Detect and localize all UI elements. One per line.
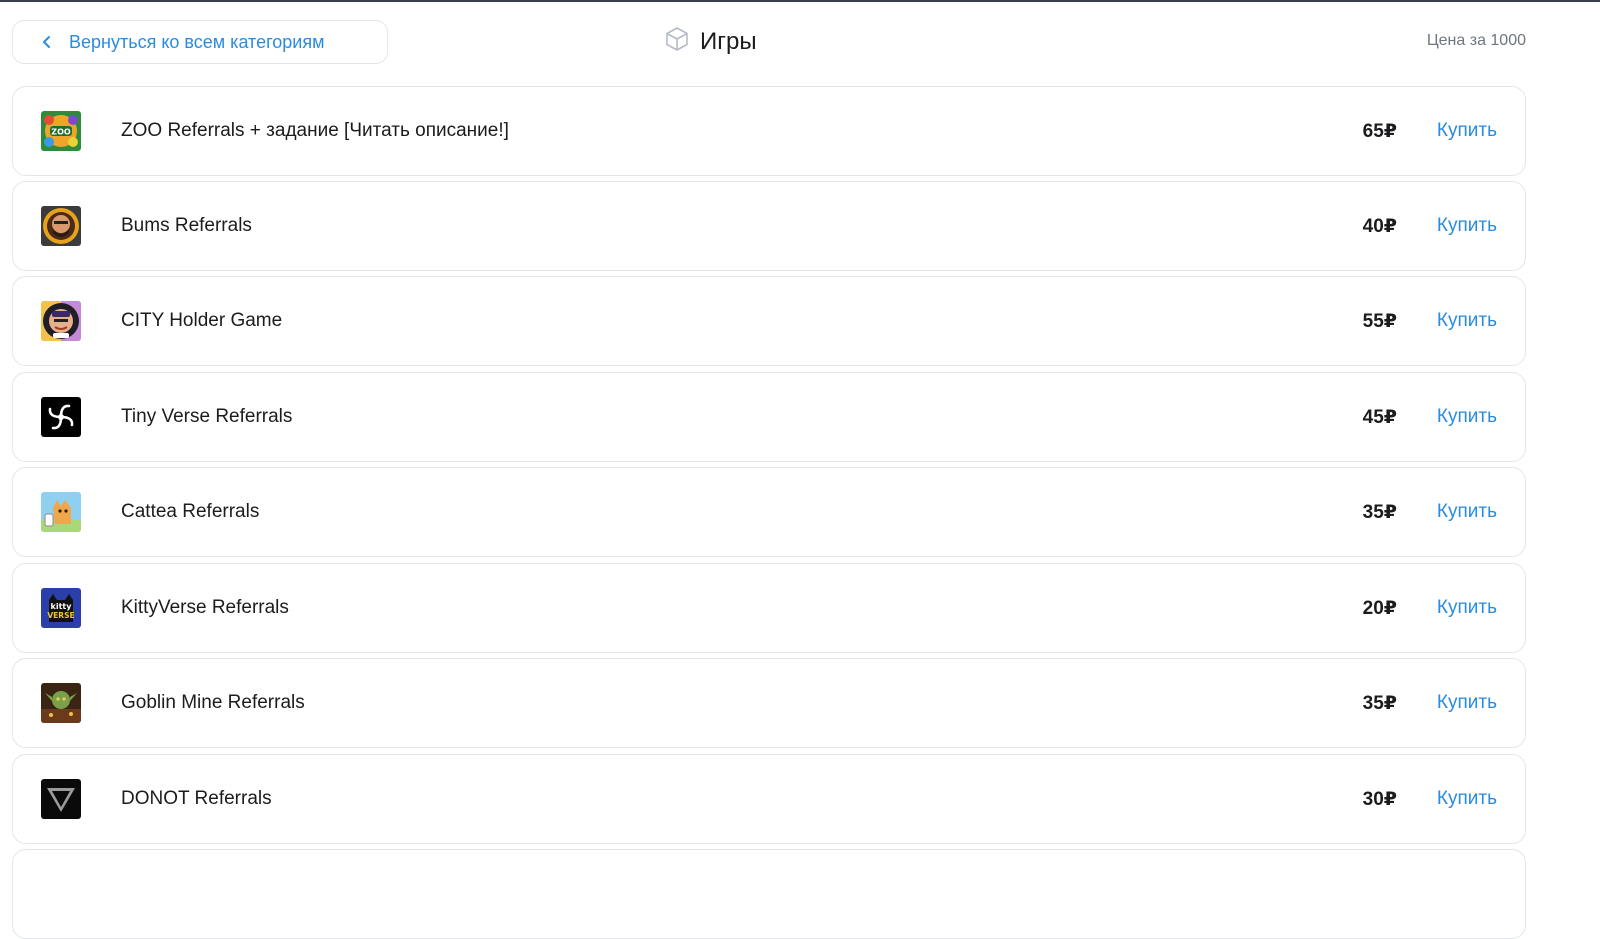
item-price: 55₽ (1362, 311, 1397, 332)
item-price: 30₽ (1362, 789, 1397, 810)
list-item: kitty VERSE KittyVerse Referrals 20₽ Куп… (12, 563, 1526, 653)
list-item: Tiny Verse Referrals 45₽ Купить (12, 372, 1526, 462)
buy-button[interactable]: Купить (1437, 788, 1497, 810)
list-item: ZOO ZOO Referrals + задание [Читать опис… (12, 86, 1526, 176)
list-item: Goblin Mine Referrals 35₽ Купить (12, 658, 1526, 748)
item-name: Goblin Mine Referrals (121, 692, 305, 713)
goblin-mine-logo-icon (41, 683, 81, 723)
donot-logo-icon (41, 779, 81, 819)
list-item: Cattea Referrals 35₽ Купить (12, 467, 1526, 557)
buy-button[interactable]: Купить (1437, 406, 1497, 428)
cube-icon (664, 26, 690, 57)
item-name: Bums Referrals (121, 215, 252, 236)
buy-button[interactable]: Купить (1437, 501, 1497, 523)
buy-button[interactable]: Купить (1437, 310, 1497, 332)
buy-button[interactable]: Купить (1437, 215, 1497, 237)
cattea-logo-icon (41, 492, 81, 532)
header: Вернуться ко всем категориям Игры Цена з… (0, 0, 1600, 86)
tiny-verse-logo-icon (41, 397, 81, 437)
kittyverse-logo-icon: kitty VERSE (41, 588, 81, 628)
item-price: 65₽ (1362, 121, 1397, 142)
chevron-left-icon (41, 35, 55, 49)
bums-logo-icon (41, 206, 81, 246)
buy-button[interactable]: Купить (1437, 692, 1497, 714)
item-name: KittyVerse Referrals (121, 597, 289, 618)
item-price: 35₽ (1362, 693, 1397, 714)
page-title-group: Игры (664, 26, 757, 57)
back-button-label: Вернуться ко всем категориям (69, 31, 325, 52)
item-price: 45₽ (1362, 407, 1397, 428)
svg-text:VERSE: VERSE (47, 611, 74, 620)
city-holder-logo-icon (41, 301, 81, 341)
svg-text:ZOO: ZOO (51, 128, 71, 137)
list-item-partial (12, 849, 1526, 939)
item-name: DONOT Referrals (121, 788, 272, 809)
item-price: 40₽ (1362, 216, 1397, 237)
list-item: CITY Holder Game 55₽ Купить (12, 276, 1526, 366)
buy-button[interactable]: Купить (1437, 597, 1497, 619)
price-per-1000-label: Цена за 1000 (1426, 32, 1526, 49)
zoo-logo-icon: ZOO (41, 111, 81, 151)
item-name: Tiny Verse Referrals (121, 406, 293, 427)
svg-text:kitty: kitty (51, 602, 73, 611)
list-item: Bums Referrals 40₽ Купить (12, 181, 1526, 271)
item-name: Cattea Referrals (121, 501, 260, 522)
buy-button[interactable]: Купить (1437, 120, 1497, 142)
item-price: 35₽ (1362, 502, 1397, 523)
item-price: 20₽ (1362, 598, 1397, 619)
item-name: CITY Holder Game (121, 310, 283, 331)
back-to-categories-button[interactable]: Вернуться ко всем категориям (12, 20, 388, 64)
item-name: ZOO Referrals + задание [Читать описание… (121, 120, 509, 141)
page-title: Игры (700, 27, 757, 55)
list-item: DONOT Referrals 30₽ Купить (12, 754, 1526, 844)
